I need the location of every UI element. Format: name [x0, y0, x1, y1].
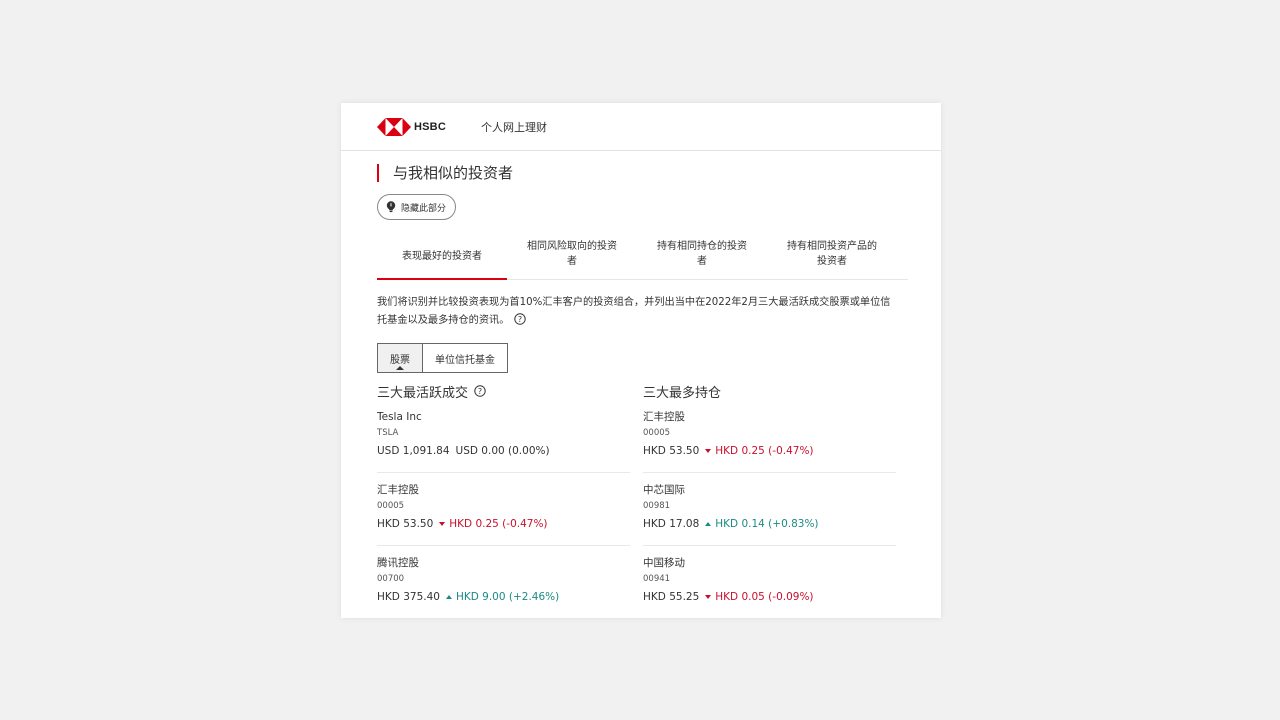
hide-section-label: 隐藏此部分 — [401, 203, 447, 214]
description-text: 我们将识别并比较投资表现为首10%汇丰客户的投资组合，并列出当中在2022年2月… — [377, 297, 891, 326]
arrow-down-icon — [705, 595, 712, 599]
stock-item[interactable]: Tesla Inc TSLA USD 1,091.84 USD 0.00 (0.0… — [377, 400, 630, 473]
price-change: HKD 0.05 (-0.09%) — [705, 590, 814, 604]
arrow-down-icon — [439, 522, 446, 526]
tab-same-products[interactable]: 持有相同投资产品的 投资者 — [767, 236, 897, 279]
arrow-up-icon — [445, 595, 452, 599]
logo-text: HSBC — [414, 120, 446, 133]
investor-card: HSBC 个人网上理财 与我相似的投资者 隐藏此部分 表现最好的投资者 相同风险… — [341, 103, 941, 618]
price-change: HKD 0.25 (-0.47%) — [439, 517, 548, 531]
price-change: HKD 0.25 (-0.47%) — [705, 444, 814, 458]
asset-type-segment: 股票 单位信托基金 — [377, 343, 508, 373]
arrow-down-icon — [705, 449, 712, 453]
section-title: 与我相似的投资者 — [377, 164, 513, 182]
tab-label: 相同风险取向的投资者 — [527, 241, 617, 267]
hide-section-button[interactable]: 隐藏此部分 — [377, 194, 457, 220]
most-active-column: 三大最活跃成交 ? Tesla Inc TSLA USD 1,091.84 USD… — [377, 382, 630, 618]
tab-label: 表现最好的投资者 — [402, 251, 482, 262]
svg-text:?: ? — [518, 315, 522, 324]
stock-item[interactable]: 汇丰控股 00005 HKD 53.50 HKD 0.25 (-0.47%) — [643, 400, 896, 473]
hsbc-logo[interactable]: HSBC — [377, 117, 446, 136]
most-held-column: 三大最多持仓 汇丰控股 00005 HKD 53.50 HKD 0.25 (-0.… — [643, 382, 896, 618]
help-icon[interactable]: ? — [514, 313, 527, 325]
header-title: 个人网上理财 — [480, 120, 547, 134]
stock-item[interactable]: 腾讯控股 00700 HKD 375.40 HKD 9.00 (+2.46%) — [377, 546, 630, 618]
hsbc-hexagon-icon — [377, 117, 411, 136]
segment-funds[interactable]: 单位信托基金 — [423, 344, 507, 372]
header-bar: HSBC 个人网上理财 — [341, 103, 941, 151]
lightbulb-icon — [386, 201, 396, 213]
investor-tabs: 表现最好的投资者 相同风险取向的投资者 持有相同持仓的投资者 持有相同投资产品的… — [377, 236, 908, 280]
price-change: HKD 9.00 (+2.46%) — [445, 590, 559, 604]
most-active-title: 三大最活跃成交 ? — [377, 382, 630, 401]
caret-up-icon — [396, 366, 404, 370]
stock-item[interactable]: 汇丰控股 00005 HKD 53.50 HKD 0.25 (-0.47%) — [377, 473, 630, 546]
price-change: HKD 0.14 (+0.83%) — [705, 517, 819, 531]
tab-label: 持有相同投资产品的 投资者 — [787, 241, 877, 267]
price-change: USD 0.00 (0.00%) — [455, 445, 550, 457]
tab-same-risk[interactable]: 相同风险取向的投资者 — [507, 236, 637, 279]
segment-stocks[interactable]: 股票 — [378, 344, 423, 372]
arrow-up-icon — [705, 522, 712, 526]
svg-text:?: ? — [478, 387, 482, 396]
tab-same-holdings[interactable]: 持有相同持仓的投资者 — [637, 236, 767, 279]
stock-item[interactable]: 中国移动 00941 HKD 55.25 HKD 0.05 (-0.09%) — [643, 546, 896, 618]
tab-label: 持有相同持仓的投资者 — [657, 241, 747, 267]
most-held-title: 三大最多持仓 — [643, 385, 722, 401]
stock-item[interactable]: 中芯国际 00981 HKD 17.08 HKD 0.14 (+0.83%) — [643, 473, 896, 546]
help-icon[interactable]: ? — [474, 385, 486, 397]
tab-top-performers[interactable]: 表现最好的投资者 — [377, 236, 507, 280]
